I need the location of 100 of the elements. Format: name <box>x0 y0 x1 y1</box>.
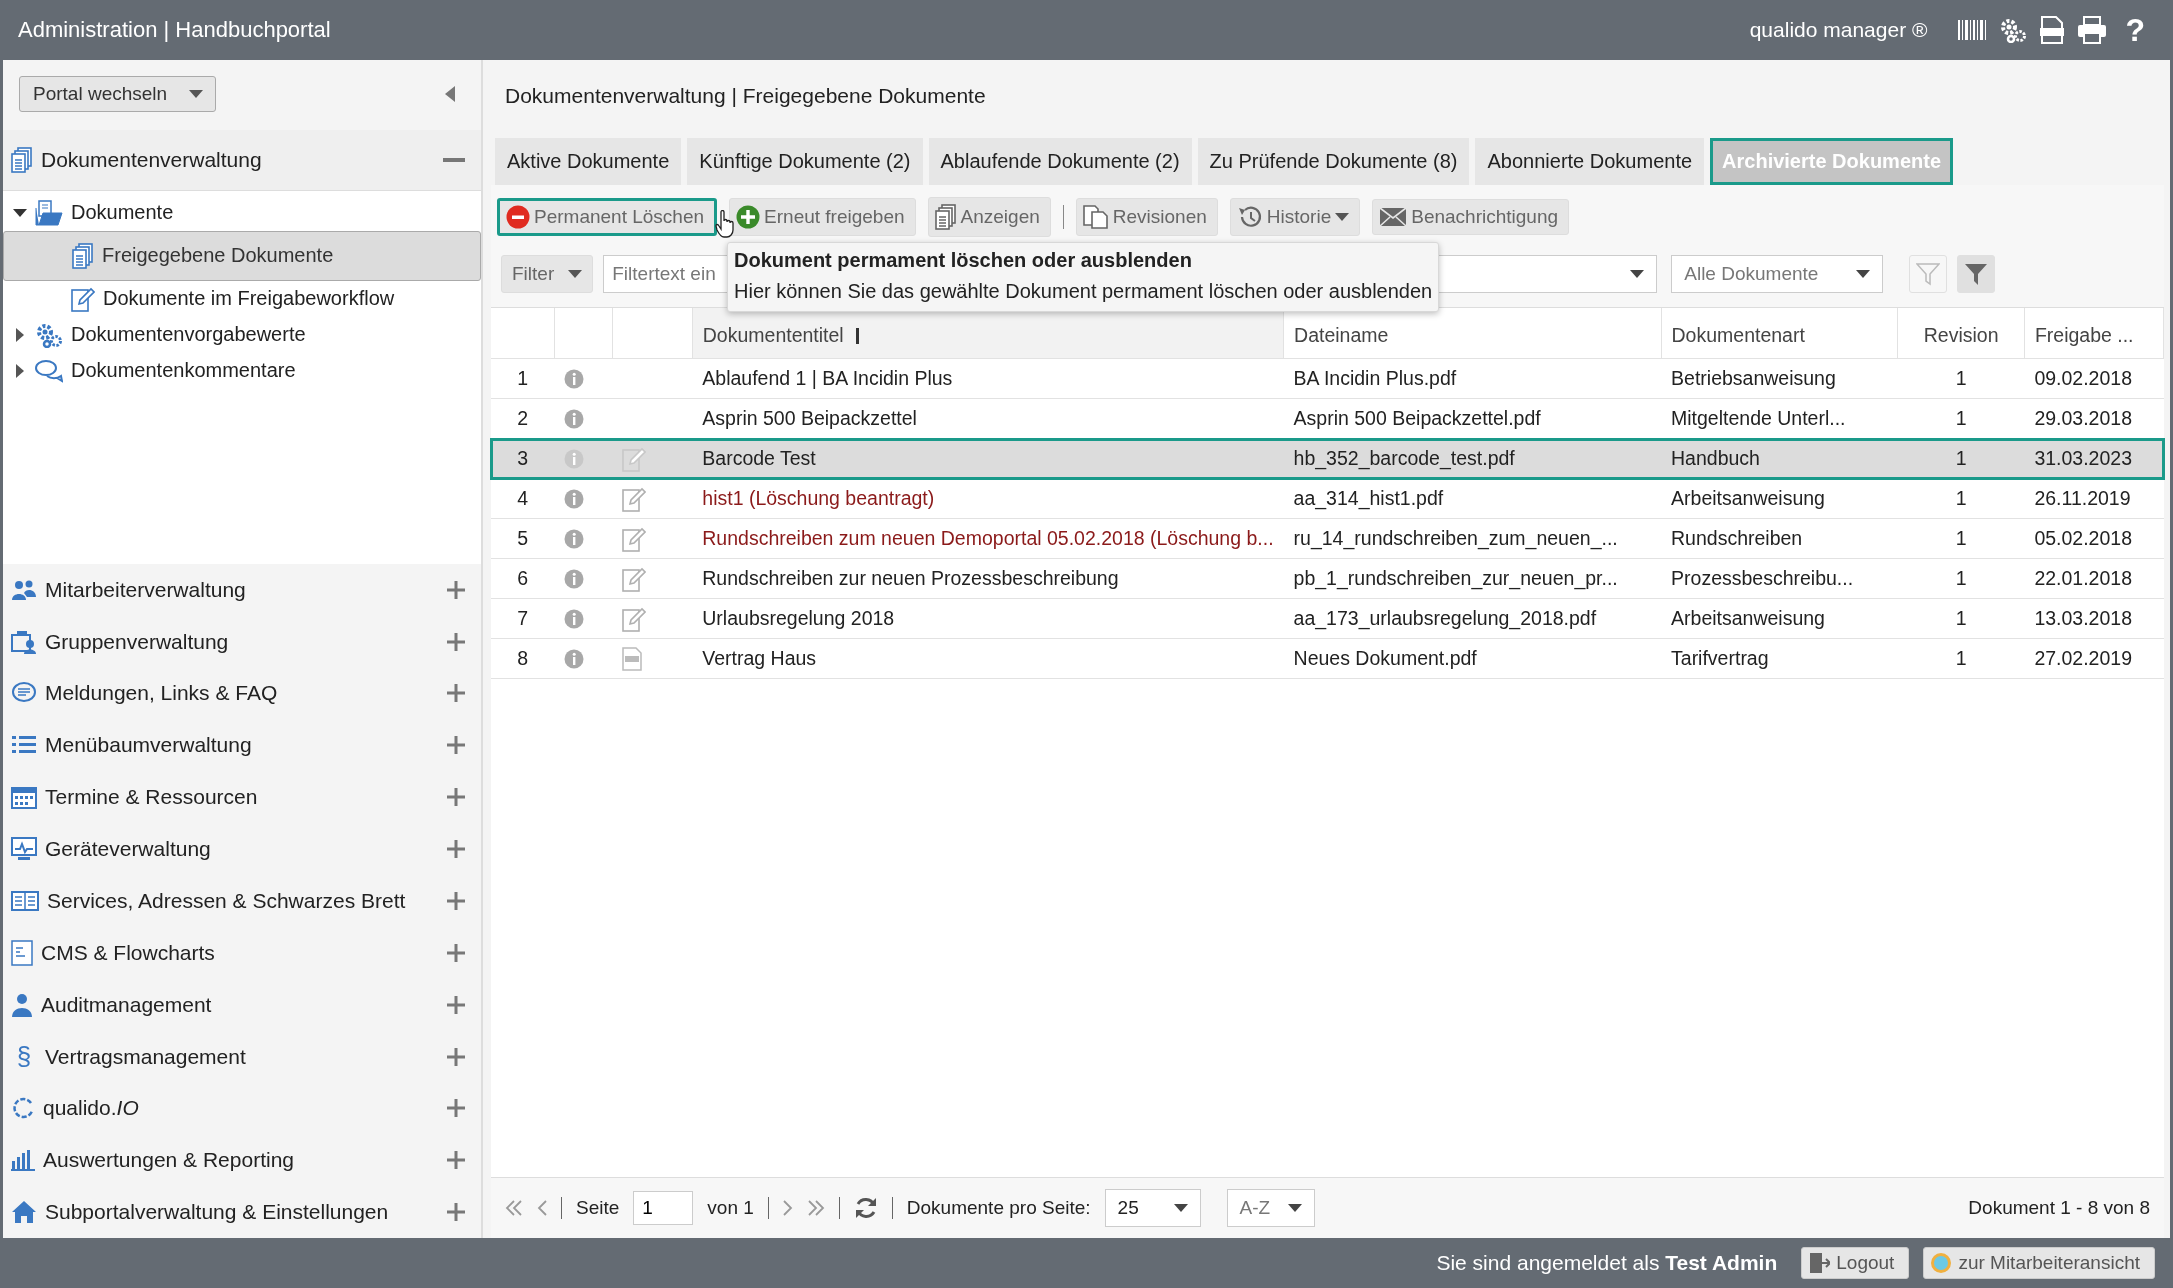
table-row[interactable]: 5 Rundschreiben zum neuen Demoportal 05.02.2018 (Löschung b... ru_14_rundschreiben_zum_neuen_... Rundschreiben 1 05.02.2018 <box>491 518 2164 559</box>
expand-icon[interactable] <box>447 995 465 1014</box>
product-name: qualido manager ® <box>1749 18 1928 42</box>
expand-icon[interactable] <box>447 943 465 962</box>
sidebar-section[interactable]: Geräteverwaltung <box>3 823 481 875</box>
funnel-icon <box>1964 262 1989 286</box>
printer-icon[interactable] <box>2077 16 2108 44</box>
refresh-icon[interactable] <box>853 1196 878 1220</box>
sidebar-section[interactable]: Termine & Ressourcen <box>3 771 481 824</box>
file-name: pb_1_rundschreiben_zur_neuen_pr... <box>1293 567 1618 589</box>
tree-item[interactable]: Dokumentenkommentare <box>3 352 481 389</box>
expand-icon[interactable] <box>447 891 465 910</box>
release-button[interactable]: Erneut freigeben <box>729 198 916 236</box>
tree-item[interactable]: Freigegebene Dokumente <box>3 230 481 281</box>
delete-button[interactable]: Permanent Löschen <box>497 198 718 236</box>
sort-dropdown[interactable]: A-Z <box>1226 1189 1315 1227</box>
column-header[interactable]: Revision <box>1923 323 1999 346</box>
table-row[interactable]: 3 Barcode Test hb_352_barcode_test.pdf Handbuch 1 31.03.2023 <box>491 438 2164 479</box>
help-icon[interactable]: ? <box>2119 14 2151 46</box>
tab[interactable]: Abonnierte Dokumente <box>1475 138 1705 185</box>
sidebar-section[interactable]: Dokumentenverwaltung <box>3 130 481 191</box>
switch-view-button[interactable]: zur Mitarbeiteransicht <box>1923 1247 2155 1279</box>
document-type: Betriebsanweisung <box>1671 367 1836 389</box>
file-name: Neues Dokument.pdf <box>1293 647 1477 669</box>
column-header[interactable]: Dokumententitel <box>702 323 844 346</box>
tab[interactable]: Ablaufende Dokumente (2) <box>928 138 1192 185</box>
tree-item[interactable]: Dokumente im Freigabeworkflow <box>3 280 481 317</box>
column-header[interactable]: Dateiname <box>1294 323 1389 346</box>
edit-icon <box>71 285 95 312</box>
sidebar-section[interactable]: Gruppenverwaltung <box>3 615 481 668</box>
filter-button[interactable] <box>1957 255 1996 293</box>
spreadsheet-file-icon[interactable] <box>2039 16 2066 44</box>
sidebar-section[interactable]: Services, Adressen & Schwarzes Brett <box>3 875 481 927</box>
column-header[interactable]: Freigabe ... <box>2034 323 2134 346</box>
collapse-icon[interactable] <box>443 157 465 162</box>
logout-button[interactable]: Logout <box>1801 1247 1910 1279</box>
expand-icon[interactable] <box>447 1047 465 1066</box>
document-title: Vertrag Haus <box>702 647 817 669</box>
sidebar-section[interactable]: qualido.IO <box>3 1082 481 1135</box>
history-button[interactable]: Historie <box>1229 198 1361 236</box>
sidebar-section-label: Meldungen, Links & FAQ <box>45 681 279 706</box>
table-row[interactable]: 6 Rundschreiben zur neuen Prozessbeschreibung pb_1_rundschreiben_zur_neuen_pr... Prozessbeschreibu... 1 22.01.2018 <box>491 558 2164 599</box>
sidebar-section[interactable]: Auditmanagement <box>3 978 481 1031</box>
table-row[interactable]: 7 Urlaubsregelung 2018 aa_173_urlaubsregelung_2018.pdf Arbeitsanweisung 1 13.03.2018 <box>491 598 2164 639</box>
expand-icon[interactable] <box>447 684 465 703</box>
notify-button[interactable]: Benachrichtigung <box>1372 199 1570 235</box>
table-row[interactable]: 8 Vertrag Haus Neues Dokument.pdf Tarifvertrag 1 27.02.2019 <box>491 638 2164 679</box>
document-type: Rundschreiben <box>1671 527 1803 549</box>
collapsed-caret-icon[interactable] <box>16 363 24 378</box>
table-row[interactable]: 2 Asprin 500 Beipackzettel Asprin 500 Beipackzettel.pdf Mitgeltende Unterl... 1 29.03.2018 <box>491 398 2164 439</box>
release-date: 05.02.2018 <box>2034 527 2132 549</box>
table-row[interactable]: 4 hist1 (Löschung beantragt) aa_314_hist1.pdf Arbeitsanweisung 1 26.11.2019 <box>491 478 2164 519</box>
tab[interactable]: Aktive Dokumente <box>495 138 682 185</box>
sidebar-section[interactable]: § Vertragsmanagement <box>3 1030 481 1083</box>
revisions-button[interactable]: Revisionen <box>1075 198 1218 236</box>
tooltip: Dokument permament löschen oder ausblenden Hier können Sie das gewählte Dokument permament löschen oder ausblenden <box>727 242 1440 312</box>
tree-item[interactable]: Dokumentenvorgabewerte <box>3 316 481 353</box>
file-name: BA Incidin Plus.pdf <box>1293 367 1457 389</box>
portal-switch-dropdown[interactable]: Portal wechseln <box>19 76 217 112</box>
sidebar-section[interactable]: Menübaumverwaltung <box>3 719 481 772</box>
expand-icon[interactable] <box>447 840 465 859</box>
barcode-icon[interactable] <box>1957 18 1988 42</box>
view-button[interactable]: Anzeigen <box>927 197 1051 237</box>
sidebar-section[interactable]: Subportalverwaltung & Einstellungen <box>3 1186 481 1238</box>
expand-icon[interactable] <box>447 736 465 755</box>
filter-dropdown[interactable]: Filter <box>501 255 594 293</box>
sidebar-section[interactable]: CMS & Flowcharts <box>3 926 481 979</box>
expand-icon[interactable] <box>447 1151 465 1170</box>
documents-icon <box>72 242 94 269</box>
collapse-icon[interactable] <box>445 86 455 102</box>
caret-icon <box>1856 269 1871 279</box>
collapsed-caret-icon[interactable] <box>16 327 24 342</box>
sidebar-section-label: Gruppenverwaltung <box>45 629 230 654</box>
previous-page-icon[interactable] <box>537 1200 547 1216</box>
house-icon <box>11 1200 37 1225</box>
first-page-icon[interactable] <box>505 1200 523 1216</box>
expand-icon[interactable] <box>447 632 465 651</box>
next-page-icon[interactable] <box>782 1200 793 1216</box>
table-row[interactable]: 1 Ablaufend 1 | BA Incidin Plus BA Incidin Plus.pdf Betriebsanweisung 1 09.02.2018 <box>491 358 2164 399</box>
sidebar-section[interactable]: Meldungen, Links & FAQ <box>3 667 481 720</box>
expand-icon[interactable] <box>447 788 465 807</box>
caret-icon <box>1630 269 1645 279</box>
tab[interactable]: Zu Prüfende Dokumente (8) <box>1197 138 1470 185</box>
column-header[interactable]: Dokumentenart <box>1671 323 1805 346</box>
document-scope-dropdown[interactable]: Alle Dokumente <box>1671 255 1884 293</box>
expand-icon[interactable] <box>447 580 465 599</box>
gears-icon[interactable] <box>1999 17 2028 43</box>
expanded-caret-icon[interactable] <box>13 208 27 217</box>
expand-icon[interactable] <box>447 1099 465 1118</box>
revision-number: 1 <box>1955 567 1967 589</box>
info-icon <box>564 568 585 589</box>
last-page-icon[interactable] <box>806 1200 825 1216</box>
sidebar-section[interactable]: Auswertungen & Reporting <box>3 1134 481 1187</box>
page-size-dropdown[interactable]: 25 <box>1104 1189 1201 1227</box>
page-number-field[interactable]: 1 <box>633 1191 694 1225</box>
tab[interactable]: Künftige Dokumente (2) <box>687 138 923 185</box>
expand-icon[interactable] <box>447 1203 465 1222</box>
tree-item[interactable]: Dokumente <box>3 194 481 231</box>
release-date: 27.02.2019 <box>2034 647 2132 669</box>
sidebar-section[interactable]: Mitarbeiterverwaltung <box>3 563 481 616</box>
